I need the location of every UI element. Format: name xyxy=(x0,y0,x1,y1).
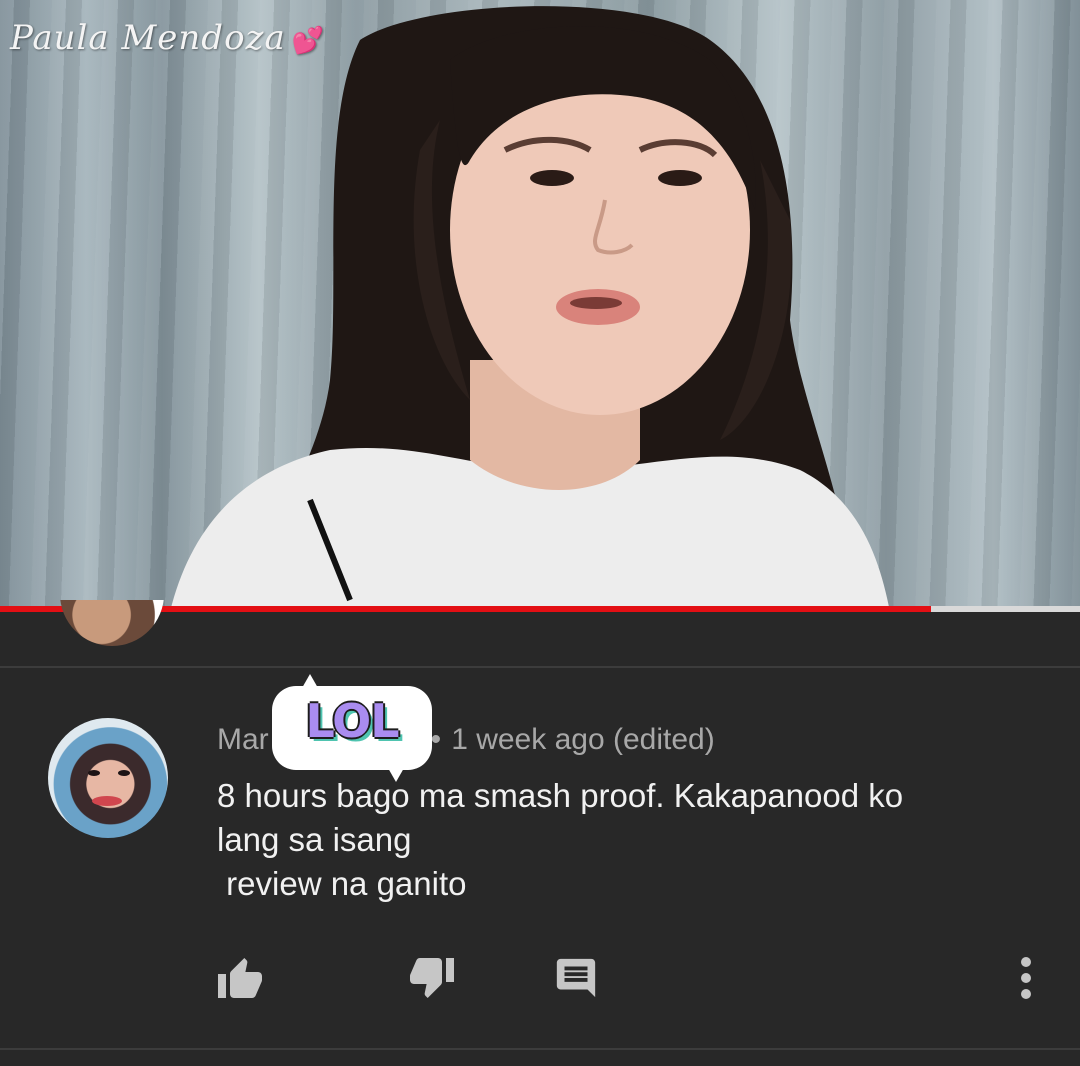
sticker-text: LOL xyxy=(305,694,399,748)
comment-author[interactable]: Mar xyxy=(217,723,269,757)
thumbs-down-icon xyxy=(410,958,454,998)
dislike-button[interactable] xyxy=(404,950,460,1006)
comment-timestamp: 1 week ago (edited) xyxy=(451,723,715,756)
comment-body: 8 hours bago ma smash proof. Kakapanood … xyxy=(217,774,1037,906)
comment-line: lang sa isang xyxy=(217,821,412,858)
video-frame-person xyxy=(170,6,890,612)
meta-separator: • xyxy=(430,723,442,756)
pink-hearts-icon: 💕 xyxy=(291,26,326,56)
more-vertical-icon xyxy=(1021,957,1031,999)
lol-sticker: LOL xyxy=(272,674,432,782)
channel-watermark: Paula Mendoza 💕 xyxy=(10,18,325,58)
watermark-text: Paula Mendoza xyxy=(10,18,286,58)
previous-comment-avatar[interactable] xyxy=(60,600,164,646)
like-button[interactable] xyxy=(212,950,268,1006)
reply-button[interactable] xyxy=(548,950,604,1006)
avatar[interactable] xyxy=(48,718,168,838)
comment-divider-bottom xyxy=(0,1048,1080,1050)
comment-divider xyxy=(0,666,1080,668)
more-options-button[interactable] xyxy=(998,950,1054,1006)
video-player[interactable]: Paula Mendoza 💕 xyxy=(0,0,1080,612)
thumbs-up-icon xyxy=(218,958,262,998)
comment-line: review na ganito xyxy=(217,865,467,902)
reply-icon xyxy=(556,958,596,998)
comment-line: 8 hours bago ma smash proof. Kakapanood … xyxy=(217,777,904,814)
